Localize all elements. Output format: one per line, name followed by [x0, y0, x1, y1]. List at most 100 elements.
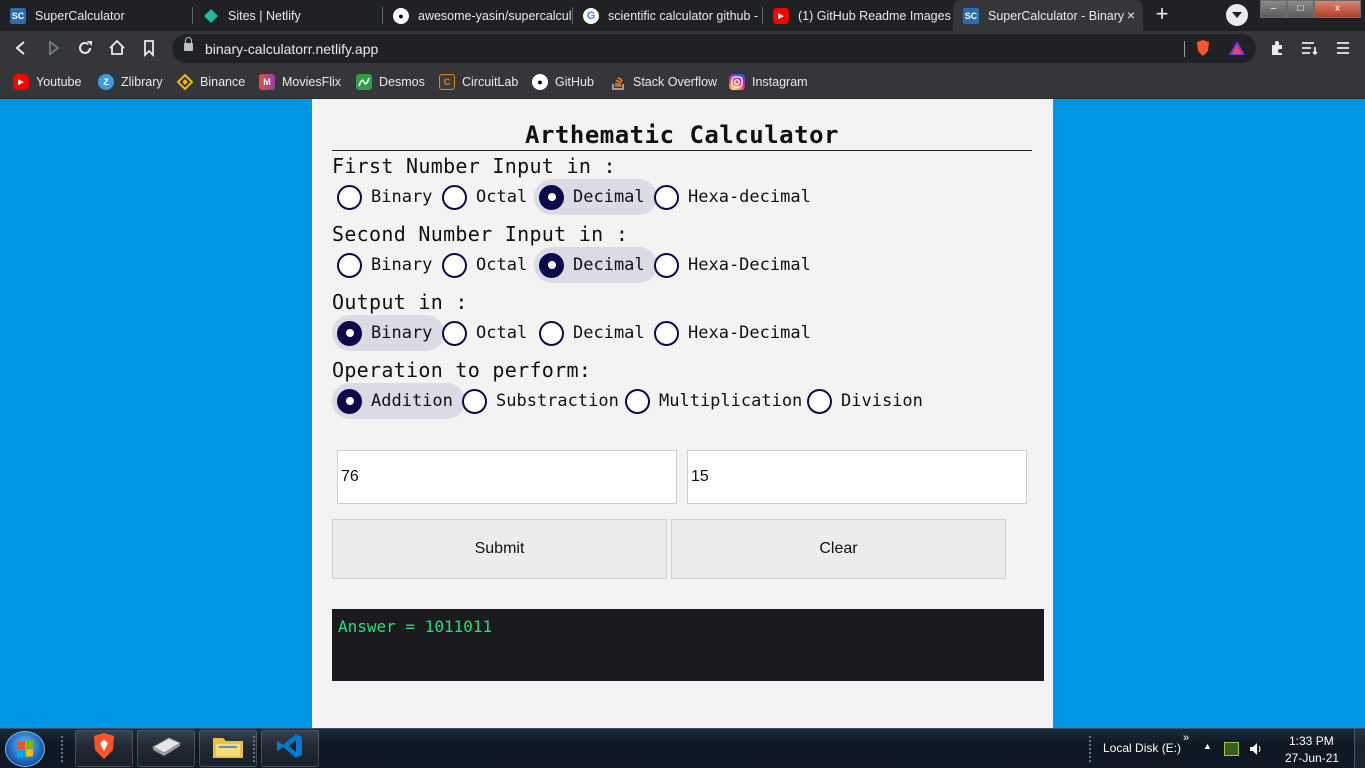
radio-circle[interactable]: [654, 184, 679, 210]
volume-icon[interactable]: [1248, 741, 1264, 762]
radio-circle[interactable]: [337, 388, 362, 414]
tab-netlify[interactable]: Sites | Netlify: [193, 0, 383, 31]
radio-circle[interactable]: [539, 252, 564, 278]
radio-circle[interactable]: [442, 252, 467, 278]
bookmark-label: Instagram: [752, 75, 808, 89]
radio-circle[interactable]: [654, 320, 679, 346]
tab-supercalculator[interactable]: SC SuperCalculator: [0, 0, 193, 31]
second-input-decimal-radio[interactable]: Decimal: [534, 247, 657, 283]
bookmark-github[interactable]: ● GitHub: [532, 72, 594, 92]
new-tab-button[interactable]: +: [1151, 3, 1173, 27]
radio-circle[interactable]: [442, 320, 467, 346]
extensions-puzzle-icon[interactable]: [1268, 39, 1286, 57]
radio-circle[interactable]: [337, 320, 362, 346]
taskbar-file-explorer-button[interactable]: [199, 730, 257, 767]
youtube-icon: ▶: [773, 7, 789, 24]
operation-label: Operation to perform:: [332, 358, 592, 382]
radio-circle[interactable]: [654, 252, 679, 278]
second-number-input[interactable]: [687, 450, 1027, 504]
answer-output: Answer = 1011011: [332, 609, 1044, 681]
windows-taskbar: Local Disk (E:) » ▲ 1:33 PM 27-Jun-21: [0, 728, 1365, 768]
tab-google-search[interactable]: G scientific calculator github - G: [573, 0, 763, 31]
second-input-hexadecimal-radio[interactable]: Hexa-Decimal: [649, 247, 823, 283]
output-hexadecimal-radio[interactable]: Hexa-Decimal: [649, 315, 823, 351]
taskbar-vscode-button[interactable]: [261, 730, 319, 767]
reading-list-icon[interactable]: [1301, 39, 1319, 57]
operation-subtraction-radio[interactable]: Substraction: [457, 383, 631, 419]
tab-title: Sites | Netlify: [228, 8, 301, 23]
network-monitor-icon[interactable]: [1224, 742, 1239, 756]
taskbar-grip: [60, 735, 64, 763]
first-input-hexadecimal-radio[interactable]: Hexa-decimal: [649, 179, 823, 215]
tab-github-repo[interactable]: ● awesome-yasin/supercalcula: [383, 0, 573, 31]
operation-division-radio[interactable]: Division: [802, 383, 935, 419]
first-input-octal-radio[interactable]: Octal: [437, 179, 539, 215]
second-input-label: Second Number Input in :: [332, 222, 629, 246]
bookmark-stackoverflow[interactable]: Stack Overflow: [610, 72, 717, 92]
clock-date[interactable]: 27-Jun-21: [1285, 751, 1339, 765]
supercalculator-icon: SC: [963, 7, 979, 24]
toolbar-overflow-icon[interactable]: »: [1183, 732, 1189, 744]
bookmark-label: Desmos: [379, 75, 425, 89]
radio-circle[interactable]: [625, 388, 650, 414]
bookmark-circuitlab[interactable]: C CircuitLab: [439, 72, 518, 92]
bookmark-moviesflix[interactable]: M MoviesFlix: [259, 72, 341, 92]
browser-menu-icon[interactable]: [1334, 39, 1352, 57]
radio-label: Hexa-decimal: [688, 187, 811, 207]
operation-multiplication-radio[interactable]: Multiplication: [620, 383, 814, 419]
show-desktop-button[interactable]: [1354, 729, 1365, 768]
bookmarks-bar: ▶ Youtube Z Zlibrary Binance M MoviesFli…: [0, 66, 1365, 99]
forward-icon[interactable]: [42, 37, 64, 59]
bookmark-zlibrary[interactable]: Z Zlibrary: [98, 72, 163, 92]
start-button[interactable]: [5, 731, 45, 767]
operation-addition-radio[interactable]: Addition: [332, 383, 465, 419]
github-icon: ●: [393, 7, 409, 24]
url-text[interactable]: binary-calculatorr.netlify.app: [205, 41, 378, 57]
second-input-octal-radio[interactable]: Octal: [437, 247, 539, 283]
close-window-button[interactable]: x: [1314, 0, 1361, 18]
radio-circle[interactable]: [442, 184, 467, 210]
address-bar[interactable]: binary-calculatorr.netlify.app: [172, 34, 1256, 63]
taskbar-brave-button[interactable]: [75, 730, 133, 767]
tab-youtube[interactable]: ▶ (1) GitHub Readme Images T: [763, 0, 953, 31]
minimize-button[interactable]: –: [1260, 0, 1287, 18]
taskbar-keyboard-app-button[interactable]: [137, 730, 195, 767]
github-icon: ●: [532, 74, 548, 90]
home-icon[interactable]: [106, 37, 128, 59]
back-icon[interactable]: [10, 37, 32, 59]
tab-search-button[interactable]: [1226, 4, 1248, 26]
maximize-button[interactable]: □: [1287, 0, 1314, 18]
show-hidden-icons-icon[interactable]: ▲: [1203, 741, 1212, 751]
close-tab-icon[interactable]: ×: [1127, 7, 1135, 23]
tab-supercalculator-binary[interactable]: SC SuperCalculator - Binary ×: [953, 0, 1143, 31]
radio-circle[interactable]: [337, 184, 362, 210]
bookmark-label: MoviesFlix: [282, 75, 342, 89]
bookmark-desmos[interactable]: Desmos: [356, 72, 425, 92]
page-title: Arthematic Calculator: [525, 121, 839, 149]
bookmark-label: Stack Overflow: [633, 75, 718, 89]
bookmark-youtube[interactable]: ▶ Youtube: [13, 72, 81, 92]
output-binary-radio[interactable]: Binary: [332, 315, 445, 351]
bookmark-icon[interactable]: [138, 37, 160, 59]
first-input-decimal-radio[interactable]: Decimal: [534, 179, 657, 215]
radio-circle[interactable]: [539, 320, 564, 346]
brave-rewards-icon[interactable]: [1228, 39, 1246, 57]
first-input-label: First Number Input in :: [332, 154, 616, 178]
bookmark-instagram[interactable]: Instagram: [729, 72, 808, 92]
submit-button[interactable]: Submit: [332, 519, 667, 579]
first-input-binary-radio[interactable]: Binary: [332, 179, 444, 215]
brave-shields-icon[interactable]: [1194, 39, 1212, 57]
output-decimal-radio[interactable]: Decimal: [534, 315, 657, 351]
drive-toolbar-label[interactable]: Local Disk (E:): [1103, 741, 1181, 755]
reload-icon[interactable]: [74, 37, 96, 59]
radio-circle[interactable]: [337, 252, 362, 278]
first-number-input[interactable]: [337, 450, 677, 504]
clear-button[interactable]: Clear: [671, 519, 1006, 579]
clock-time[interactable]: 1:33 PM: [1289, 734, 1334, 748]
second-input-binary-radio[interactable]: Binary: [332, 247, 444, 283]
radio-circle[interactable]: [462, 388, 487, 414]
bookmark-binance[interactable]: Binance: [177, 72, 245, 92]
output-octal-radio[interactable]: Octal: [437, 315, 539, 351]
radio-circle[interactable]: [539, 184, 564, 210]
radio-circle[interactable]: [807, 388, 832, 414]
